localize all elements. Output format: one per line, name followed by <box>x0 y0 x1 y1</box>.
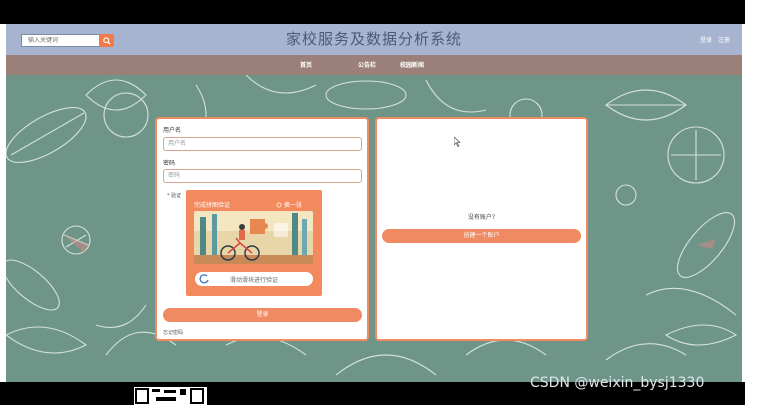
main-nav: 首页 公告栏 校园新闻 <box>6 55 742 75</box>
captcha-puzzle-image <box>194 211 313 264</box>
login-button[interactable]: 登录 <box>163 308 362 322</box>
site-header: 家校服务及数据分析系统 登录 注册 <box>6 24 742 55</box>
captcha-label: * 验证 <box>167 193 182 199</box>
mouse-cursor-icon <box>454 137 461 147</box>
qr-code-icon <box>135 388 204 404</box>
refresh-icon <box>276 202 282 207</box>
captcha-slider[interactable]: 滑动滑块进行验证 <box>195 272 313 286</box>
leaf-pattern <box>6 75 738 376</box>
slider-text: 滑动滑块进行验证 <box>229 276 278 284</box>
login-link[interactable]: 登录 <box>700 35 712 44</box>
puzzle-illustration <box>194 211 313 264</box>
qr-code-image <box>134 387 207 405</box>
slider-handle-icon[interactable] <box>198 273 210 285</box>
watermark: CSDN @weixin_bysj1330 <box>530 375 705 391</box>
create-account-button[interactable]: 创建一个账户 <box>382 229 581 243</box>
nav-item-home[interactable]: 首页 <box>300 60 312 69</box>
auth-links: 登录 注册 <box>700 35 730 44</box>
username-label: 用户名 <box>163 127 182 134</box>
captcha-title: 完成拼图验证 <box>194 202 231 209</box>
hero-background <box>6 75 742 382</box>
captcha-widget: 完成拼图验证 换一张 滑动滑块进行验证 <box>186 190 322 296</box>
nav-item-notice[interactable]: 公告栏 <box>358 60 376 69</box>
nav-item-news[interactable]: 校园新闻 <box>400 60 424 69</box>
top-black-bar <box>0 0 745 24</box>
username-field[interactable]: 用户名 <box>163 137 362 151</box>
register-link[interactable]: 注册 <box>718 35 730 44</box>
forgot-password-link[interactable]: 忘记密码 <box>163 329 183 336</box>
password-field[interactable]: 密码 <box>163 169 362 183</box>
register-panel: 没有账户? 创建一个账户 <box>375 117 588 341</box>
no-account-text: 没有账户? <box>467 214 496 221</box>
screenshot-frame: 家校服务及数据分析系统 登录 注册 首页 公告栏 校园新闻 <box>0 0 762 405</box>
right-margin <box>745 0 762 405</box>
login-panel: 用户名 用户名 密码 密码 * 验证 完成拼图验证 换一张 滑动滑块进行验证 登… <box>155 117 369 341</box>
password-label: 密码 <box>163 160 176 167</box>
captcha-refresh-button[interactable]: 换一张 <box>276 200 302 209</box>
site-title: 家校服务及数据分析系统 <box>285 30 462 48</box>
captcha-refresh-label: 换一张 <box>284 202 303 209</box>
